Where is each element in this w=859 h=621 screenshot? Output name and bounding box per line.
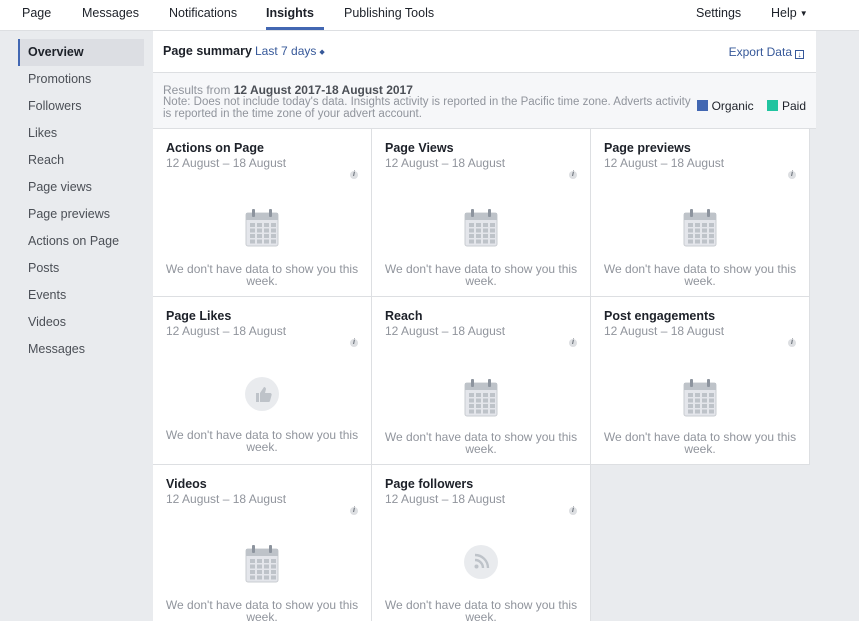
main-content: Page summary Last 7 days ◆ Export Data ↓ R…	[153, 31, 816, 621]
info-icon[interactable]: i	[569, 507, 577, 515]
top-navigation: Page Messages Notifications Insights Pub…	[0, 0, 859, 31]
card-date-range: 12 August – 18 August	[385, 492, 506, 506]
thumbs-up-icon	[245, 377, 279, 411]
legend-paid-label: Paid	[781, 99, 806, 113]
nav-tab-page[interactable]: Page	[22, 0, 51, 30]
no-data-message: We don't have data to show you this week…	[603, 262, 797, 288]
sidebar-item-promotions[interactable]: Promotions	[18, 66, 144, 93]
info-icon[interactable]: i	[788, 339, 796, 347]
insight-card-page-followers[interactable]: Page followers 12 August – 18 August i We d…	[372, 465, 591, 621]
info-icon[interactable]: i	[350, 339, 358, 347]
no-data-message: We don't have data to show you this week…	[384, 262, 578, 288]
no-data-message: We don't have data to show you this week…	[165, 428, 359, 454]
card-title: Actions on Page	[166, 141, 264, 155]
info-icon[interactable]: i	[569, 339, 577, 347]
sidebar-item-page-views[interactable]: Page views	[18, 174, 144, 201]
legend: Organic Paid	[696, 99, 806, 113]
insight-card-page-likes[interactable]: Page Likes 12 August – 18 August i We don't…	[153, 297, 372, 465]
info-icon[interactable]: i	[350, 507, 358, 515]
card-title: Videos	[166, 477, 207, 491]
insight-card-reach[interactable]: Reach 12 August – 18 August i We don't have…	[372, 297, 591, 465]
insight-card-post-engagements[interactable]: Post engagements 12 August – 18 August i We…	[591, 297, 810, 465]
card-date-range: 12 August – 18 August	[604, 324, 725, 338]
nav-help[interactable]: Help ▼	[771, 0, 808, 30]
nav-settings[interactable]: Settings	[696, 0, 741, 30]
calendar-icon	[464, 379, 498, 417]
card-date-range: 12 August – 18 August	[385, 324, 506, 338]
results-range-text: Results from 12 August 2017-18 August 20…	[163, 83, 413, 97]
card-title: Reach	[385, 309, 423, 323]
sidebar-item-reach[interactable]: Reach	[18, 147, 144, 174]
legend-organic-label: Organic	[711, 99, 754, 113]
sidebar-item-overview[interactable]: Overview	[18, 39, 144, 66]
sidebar-item-videos[interactable]: Videos	[18, 309, 144, 336]
card-title: Page Views	[385, 141, 454, 155]
date-range-label: Last 7 days	[255, 44, 317, 58]
nav-tab-publishing-tools[interactable]: Publishing Tools	[344, 0, 434, 30]
paid-swatch	[766, 100, 778, 111]
sidebar-item-actions-on-page[interactable]: Actions on Page	[18, 228, 144, 255]
results-prefix: Results from	[163, 83, 231, 97]
no-data-message: We don't have data to show you this week…	[384, 430, 578, 456]
sidebar-item-events[interactable]: Events	[18, 282, 144, 309]
results-info-bar: Results from 12 August 2017-18 August 20…	[153, 73, 816, 129]
card-title: Page Likes	[166, 309, 232, 323]
nav-tab-notifications[interactable]: Notifications	[169, 0, 237, 30]
card-date-range: 12 August – 18 August	[166, 492, 287, 506]
card-title: Post engagements	[604, 309, 716, 323]
info-icon[interactable]: i	[788, 171, 796, 179]
download-icon: ↓	[795, 50, 804, 59]
dropdown-caret-icon: ◆	[319, 49, 325, 56]
card-date-range: 12 August – 18 August	[166, 156, 287, 170]
rss-icon	[464, 545, 498, 579]
nav-tab-insights-label: Insights	[266, 6, 314, 20]
calendar-icon	[683, 379, 717, 417]
sidebar-item-messages[interactable]: Messages	[18, 336, 144, 363]
export-data-link[interactable]: Export Data ↓	[729, 45, 804, 59]
card-date-range: 12 August – 18 August	[604, 156, 725, 170]
organic-swatch	[696, 100, 708, 111]
sidebar-item-likes[interactable]: Likes	[18, 120, 144, 147]
insight-card-page-views[interactable]: Page Views 12 August – 18 August i We don't…	[372, 129, 591, 297]
card-date-range: 12 August – 18 August	[385, 156, 506, 170]
calendar-icon	[245, 545, 279, 583]
caret-down-icon: ▼	[799, 9, 808, 18]
sidebar-item-posts[interactable]: Posts	[18, 255, 144, 282]
no-data-message: We don't have data to show you this week…	[603, 430, 797, 456]
insights-sidebar: Overview Promotions Followers Likes Reac…	[18, 39, 144, 363]
active-tab-indicator	[266, 27, 324, 30]
page-summary-header: Page summary Last 7 days ◆ Export Data ↓	[153, 31, 816, 73]
nav-tab-insights[interactable]: Insights	[266, 0, 324, 30]
insight-card-videos[interactable]: Videos 12 August – 18 August i We don't hav…	[153, 465, 372, 621]
calendar-icon	[245, 209, 279, 247]
sidebar-item-followers[interactable]: Followers	[18, 93, 144, 120]
info-icon[interactable]: i	[350, 171, 358, 179]
page-summary-title: Page summary	[163, 44, 252, 58]
calendar-icon	[683, 209, 717, 247]
nav-tab-messages[interactable]: Messages	[82, 0, 139, 30]
insight-card-page-previews[interactable]: Page previews 12 August – 18 August i We do…	[591, 129, 810, 297]
calendar-icon	[464, 209, 498, 247]
no-data-message: We don't have data to show you this week…	[384, 598, 578, 621]
no-data-message: We don't have data to show you this week…	[165, 598, 359, 621]
nav-help-label: Help	[771, 6, 797, 20]
no-data-message: We don't have data to show you this week…	[165, 262, 359, 288]
insight-card-actions-on-page[interactable]: Actions on Page 12 August – 18 August i We …	[153, 129, 372, 297]
card-title: Page followers	[385, 477, 474, 491]
card-title: Page previews	[604, 141, 691, 155]
date-range-selector[interactable]: Last 7 days ◆	[255, 44, 325, 58]
card-date-range: 12 August – 18 August	[166, 324, 287, 338]
info-icon[interactable]: i	[569, 171, 577, 179]
export-data-label: Export Data	[728, 45, 792, 59]
timezone-note: Note: Does not include today's data. Ins…	[163, 96, 691, 120]
results-date-range: 12 August 2017-18 August 2017	[233, 83, 413, 97]
sidebar-item-page-previews[interactable]: Page previews	[18, 201, 144, 228]
